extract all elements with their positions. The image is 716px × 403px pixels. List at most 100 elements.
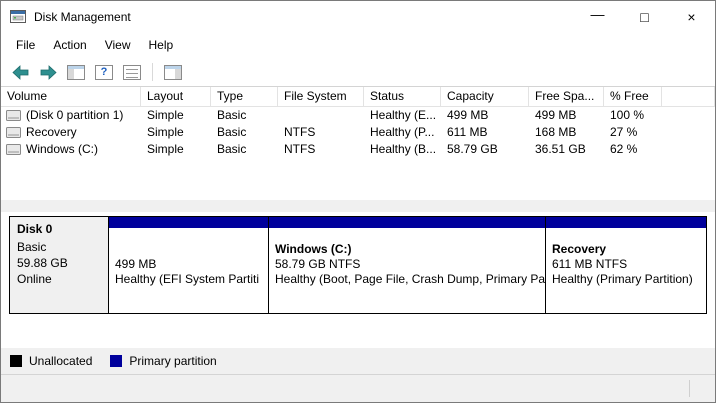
partition-status: Healthy (Primary Partition) bbox=[552, 272, 706, 287]
console-tree-icon bbox=[67, 65, 85, 80]
column-header-layout[interactable]: Layout bbox=[141, 87, 211, 106]
back-arrow-icon bbox=[12, 65, 29, 80]
volume-name: Recovery bbox=[26, 124, 77, 141]
partition-size: 611 MB NTFS bbox=[552, 257, 706, 272]
window-title: Disk Management bbox=[34, 10, 131, 24]
partition-efi-system[interactable]: 499 MB Healthy (EFI System Partiti bbox=[109, 216, 269, 314]
disk-type: Basic bbox=[17, 239, 101, 255]
partition-title: Recovery bbox=[552, 242, 706, 257]
cell-volume: (Disk 0 partition 1) bbox=[1, 107, 141, 124]
primary-partition-swatch bbox=[110, 355, 122, 367]
maximize-icon: □ bbox=[640, 9, 648, 25]
toolbar-separator bbox=[152, 63, 153, 81]
graphical-view: Disk 0 Basic 59.88 GB Online 499 MB Heal… bbox=[1, 212, 715, 348]
column-header-pct-free[interactable]: % Free bbox=[604, 87, 662, 106]
cell-type: Basic bbox=[211, 141, 278, 158]
window-controls: — □ × bbox=[574, 1, 715, 32]
close-icon: × bbox=[687, 9, 695, 25]
volume-list: Volume Layout Type File System Status Ca… bbox=[1, 87, 715, 200]
volume-row-windows-c[interactable]: Windows (C:) Simple Basic NTFS Healthy (… bbox=[1, 141, 715, 158]
partition-size: 58.79 GB NTFS bbox=[275, 257, 545, 272]
volume-name: Windows (C:) bbox=[26, 141, 98, 158]
legend-label: Unallocated bbox=[29, 354, 92, 368]
disk-status: Online bbox=[17, 271, 101, 287]
cell-pct-free: 100 % bbox=[604, 107, 662, 124]
cell-capacity: 499 MB bbox=[441, 107, 529, 124]
export-list-icon bbox=[123, 65, 141, 80]
help-button[interactable]: ? bbox=[93, 61, 115, 83]
menu-view[interactable]: View bbox=[96, 34, 140, 56]
disk-management-window: Disk Management — □ × File Action View H… bbox=[0, 0, 716, 403]
back-button[interactable] bbox=[9, 61, 31, 83]
disk-size: 59.88 GB bbox=[17, 255, 101, 271]
legend-primary-partition: Primary partition bbox=[110, 354, 216, 368]
unallocated-swatch bbox=[10, 355, 22, 367]
partition-title: Windows (C:) bbox=[275, 242, 545, 257]
cell-type: Basic bbox=[211, 124, 278, 141]
primary-partition-bar bbox=[109, 217, 268, 228]
column-header-volume[interactable]: Volume bbox=[1, 87, 141, 106]
cell-capacity: 58.79 GB bbox=[441, 141, 529, 158]
column-header-type[interactable]: Type bbox=[211, 87, 278, 106]
partition-title bbox=[115, 242, 268, 257]
volume-icon bbox=[6, 110, 21, 121]
minimize-button[interactable]: — bbox=[574, 1, 621, 32]
column-header-file-system[interactable]: File System bbox=[278, 87, 364, 106]
show-console-tree-button[interactable] bbox=[65, 61, 87, 83]
menu-action[interactable]: Action bbox=[44, 34, 95, 56]
cell-capacity: 611 MB bbox=[441, 124, 529, 141]
cell-file-system bbox=[278, 107, 364, 124]
menu-file[interactable]: File bbox=[7, 34, 44, 56]
volume-icon bbox=[6, 144, 21, 155]
primary-partition-bar bbox=[269, 217, 545, 228]
forward-arrow-icon bbox=[40, 65, 57, 80]
cell-file-system: NTFS bbox=[278, 124, 364, 141]
action-pane-icon bbox=[164, 65, 182, 80]
close-button[interactable]: × bbox=[668, 1, 715, 32]
volume-icon bbox=[6, 127, 21, 138]
cell-volume: Windows (C:) bbox=[1, 141, 141, 158]
partition-recovery[interactable]: Recovery 611 MB NTFS Healthy (Primary Pa… bbox=[546, 216, 707, 314]
cell-type: Basic bbox=[211, 107, 278, 124]
show-action-pane-button[interactable] bbox=[162, 61, 184, 83]
cell-layout: Simple bbox=[141, 124, 211, 141]
cell-status: Healthy (E... bbox=[364, 107, 441, 124]
disk-name: Disk 0 bbox=[17, 221, 101, 237]
status-bar-divider bbox=[689, 380, 690, 397]
disk-management-icon bbox=[10, 9, 26, 25]
title-bar: Disk Management — □ × bbox=[1, 1, 715, 32]
menu-bar: File Action View Help bbox=[1, 32, 715, 58]
export-list-button[interactable] bbox=[121, 61, 143, 83]
cell-free-space: 168 MB bbox=[529, 124, 604, 141]
volume-row-recovery[interactable]: Recovery Simple Basic NTFS Healthy (P...… bbox=[1, 124, 715, 141]
legend: Unallocated Primary partition bbox=[10, 353, 217, 369]
cell-status: Healthy (B... bbox=[364, 141, 441, 158]
forward-button[interactable] bbox=[37, 61, 59, 83]
legend-label: Primary partition bbox=[129, 354, 216, 368]
cell-pct-free: 62 % bbox=[604, 141, 662, 158]
pane-splitter[interactable] bbox=[1, 200, 715, 212]
partitions: 499 MB Healthy (EFI System Partiti Windo… bbox=[109, 216, 707, 314]
cell-layout: Simple bbox=[141, 107, 211, 124]
partition-status: Healthy (EFI System Partiti bbox=[115, 272, 268, 287]
cell-volume: Recovery bbox=[1, 124, 141, 141]
volume-name: (Disk 0 partition 1) bbox=[26, 107, 123, 124]
maximize-button[interactable]: □ bbox=[621, 1, 668, 32]
partition-windows-c[interactable]: Windows (C:) 58.79 GB NTFS Healthy (Boot… bbox=[269, 216, 546, 314]
menu-help[interactable]: Help bbox=[140, 34, 183, 56]
partition-size: 499 MB bbox=[115, 257, 268, 272]
column-header-blank bbox=[662, 87, 715, 106]
minimize-icon: — bbox=[591, 6, 605, 22]
volume-list-header: Volume Layout Type File System Status Ca… bbox=[1, 87, 715, 107]
disk-info-panel[interactable]: Disk 0 Basic 59.88 GB Online bbox=[9, 216, 109, 314]
cell-status: Healthy (P... bbox=[364, 124, 441, 141]
column-header-free-space[interactable]: Free Spa... bbox=[529, 87, 604, 106]
legend-unallocated: Unallocated bbox=[10, 354, 92, 368]
partition-status: Healthy (Boot, Page File, Crash Dump, Pr… bbox=[275, 272, 545, 287]
volume-row-disk0-partition1[interactable]: (Disk 0 partition 1) Simple Basic Health… bbox=[1, 107, 715, 124]
column-header-status[interactable]: Status bbox=[364, 87, 441, 106]
disk-0-row: Disk 0 Basic 59.88 GB Online 499 MB Heal… bbox=[9, 216, 707, 314]
column-header-capacity[interactable]: Capacity bbox=[441, 87, 529, 106]
status-bar bbox=[1, 374, 715, 402]
toolbar: ? bbox=[1, 58, 715, 87]
